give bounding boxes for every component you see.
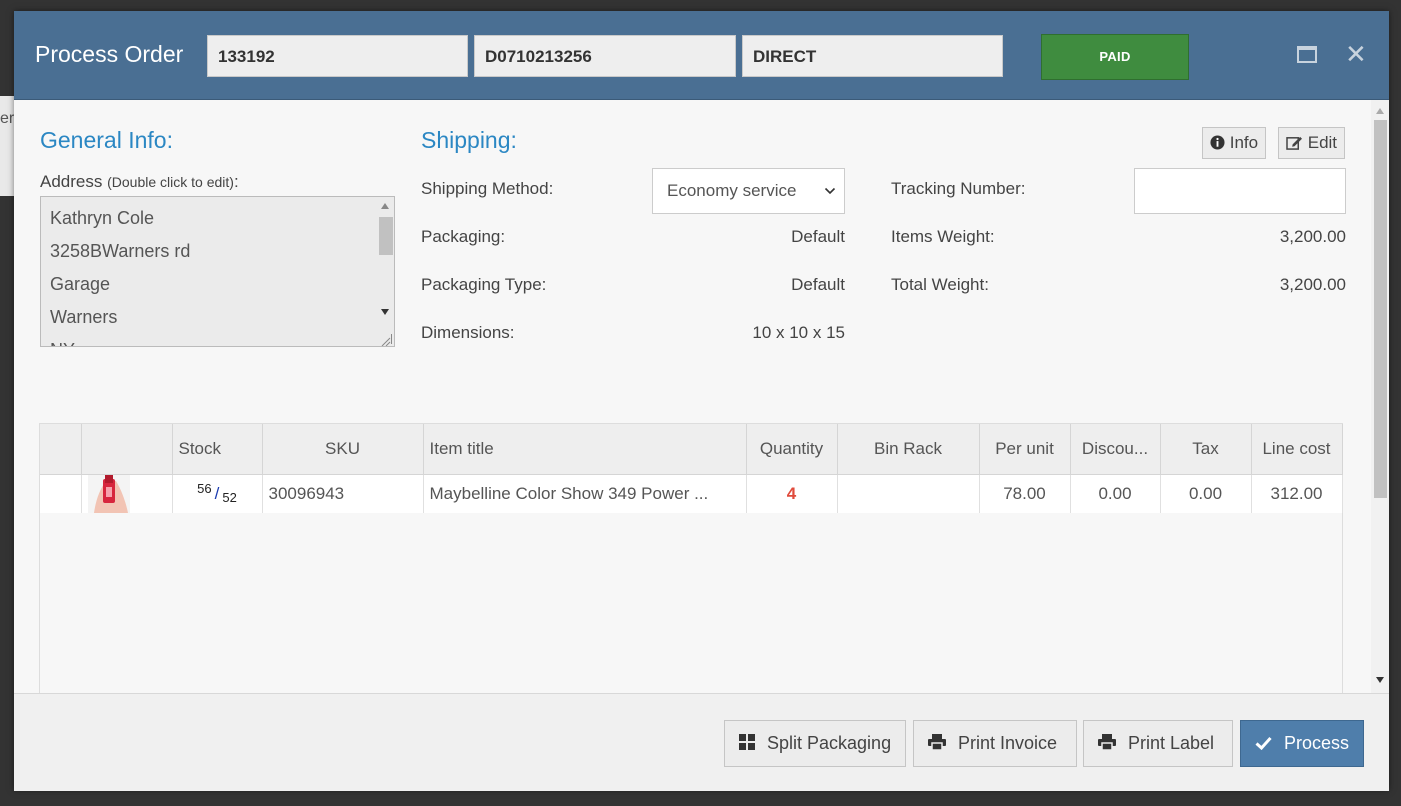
close-icon[interactable]: ✕ — [1345, 41, 1367, 67]
info-icon — [1210, 133, 1230, 152]
split-packaging-label: Split Packaging — [767, 733, 892, 753]
background-text: er — [0, 110, 15, 127]
general-info-title: General Info: — [40, 127, 173, 153]
resize-grip-icon[interactable] — [381, 334, 392, 346]
shipping-method-value: Economy service — [667, 181, 797, 200]
column-header-select[interactable] — [40, 424, 82, 475]
tax-cell: 0.00 — [1160, 474, 1252, 513]
column-header-per-unit[interactable]: Per unit — [979, 424, 1071, 475]
per-unit-cell: 78.00 — [979, 474, 1071, 513]
packaging-label: Packaging: — [421, 227, 506, 246]
scroll-thumb[interactable] — [1374, 120, 1387, 498]
dimensions-value: 10 x 10 x 15 — [752, 323, 845, 342]
modal-title: Process Order — [35, 41, 184, 67]
column-header-quantity[interactable]: Quantity — [746, 424, 838, 475]
item-title-cell: Maybelline Color Show 349 Power ... — [423, 474, 747, 513]
items-weight-value: 3,200.00 — [1279, 227, 1346, 246]
address-line: 3258BWarners rd — [50, 241, 191, 261]
address-hint: (Double click to edit) — [107, 174, 234, 190]
address-scrollbar[interactable] — [376, 197, 394, 346]
printer-icon — [928, 722, 946, 767]
chevron-down-icon — [824, 169, 836, 213]
total-weight-label: Total Weight: — [891, 275, 989, 294]
modal-footer: Split Packaging Print Invoice Print Labe… — [14, 693, 1389, 791]
total-weight-value: 3,200.00 — [1279, 275, 1346, 294]
packaging-type-value: Default — [791, 275, 845, 294]
address-textarea[interactable]: Kathryn Cole 3258BWarners rd Garage Warn… — [40, 196, 395, 347]
column-header-image[interactable] — [81, 424, 173, 475]
order-items-table: Stock SKU Item title Quantity Bin Rack P… — [39, 423, 1343, 693]
info-button[interactable]: Info — [1202, 127, 1267, 159]
address-label: Address (Double click to edit): — [40, 172, 239, 192]
edit-icon — [1286, 133, 1308, 152]
split-packaging-button[interactable]: Split Packaging — [724, 720, 906, 767]
address-line: Kathryn Cole — [50, 208, 155, 228]
check-icon — [1255, 722, 1272, 767]
printer-icon — [1098, 722, 1116, 767]
print-invoice-button[interactable]: Print Invoice — [913, 720, 1077, 767]
edit-button[interactable]: Edit — [1278, 127, 1346, 159]
print-invoice-label: Print Invoice — [958, 733, 1058, 753]
column-header-bin-rack[interactable]: Bin Rack — [837, 424, 980, 475]
table-row[interactable]: 56/52 30096943 Maybelline Color Show 349… — [40, 474, 1343, 513]
line-cost-cell: 312.00 — [1251, 474, 1343, 513]
modal-scrollbar[interactable] — [1371, 100, 1389, 693]
reference-field[interactable]: D0710213256 — [474, 35, 736, 77]
stock-total: 52 — [222, 490, 237, 505]
process-order-modal: Process Order 133192 D0710213256 DIRECT … — [14, 11, 1389, 791]
stock-separator: / — [214, 484, 220, 503]
grid-icon — [739, 722, 755, 767]
packaging-value: Default — [791, 227, 845, 246]
scroll-thumb[interactable] — [379, 217, 393, 255]
bin-rack-cell[interactable] — [837, 474, 980, 513]
dimensions-label: Dimensions: — [421, 323, 515, 342]
quantity-cell[interactable]: 4 — [746, 474, 838, 513]
status-badge: PAID — [1041, 34, 1189, 80]
items-weight-label: Items Weight: — [891, 227, 995, 246]
tracking-number-label: Tracking Number: — [891, 179, 1026, 198]
scroll-down-icon[interactable] — [1376, 677, 1384, 683]
scroll-up-icon[interactable] — [381, 203, 389, 209]
address-label-colon: : — [233, 172, 239, 191]
process-label: Process — [1284, 733, 1350, 753]
product-image-cell — [81, 474, 173, 513]
tracking-number-input[interactable] — [1134, 168, 1346, 214]
edit-button-label: Edit — [1307, 133, 1338, 152]
info-button-label: Info — [1229, 133, 1259, 152]
modal-body: General Info: Address (Double click to e… — [14, 100, 1371, 693]
print-label-label: Print Label — [1128, 733, 1215, 753]
channel-field[interactable]: DIRECT — [742, 35, 1003, 77]
column-header-stock[interactable]: Stock — [172, 424, 263, 475]
column-header-line-cost[interactable]: Line cost — [1251, 424, 1343, 475]
background-page-strip: er — [0, 96, 14, 196]
address-label-text: Address — [40, 172, 103, 191]
scroll-up-icon[interactable] — [1376, 108, 1384, 114]
column-header-discount[interactable]: Discou... — [1070, 424, 1161, 475]
shipping-method-select[interactable]: Economy service — [652, 168, 845, 214]
row-select-cell[interactable] — [40, 474, 82, 513]
shipping-title: Shipping: — [421, 127, 517, 153]
maximize-icon[interactable] — [1297, 46, 1317, 63]
address-line: Warners — [50, 307, 118, 327]
address-line: NY — [50, 340, 75, 346]
column-header-item-title[interactable]: Item title — [423, 424, 747, 475]
table-header-row: Stock SKU Item title Quantity Bin Rack P… — [40, 424, 1343, 475]
scroll-down-icon[interactable] — [381, 309, 389, 315]
shipping-method-label: Shipping Method: — [421, 179, 554, 198]
sku-cell: 30096943 — [262, 474, 424, 513]
order-id-field[interactable]: 133192 — [207, 35, 468, 77]
stock-cell: 56/52 — [172, 474, 263, 513]
print-label-button[interactable]: Print Label — [1083, 720, 1233, 767]
column-header-sku[interactable]: SKU — [262, 424, 424, 475]
modal-header: Process Order 133192 D0710213256 DIRECT … — [14, 11, 1389, 100]
address-line: Garage — [50, 274, 111, 294]
product-thumbnail — [87, 475, 130, 513]
stock-available: 56 — [197, 481, 212, 496]
discount-cell: 0.00 — [1070, 474, 1161, 513]
packaging-type-label: Packaging Type: — [421, 275, 547, 294]
process-button[interactable]: Process — [1240, 720, 1364, 767]
column-header-tax[interactable]: Tax — [1160, 424, 1252, 475]
